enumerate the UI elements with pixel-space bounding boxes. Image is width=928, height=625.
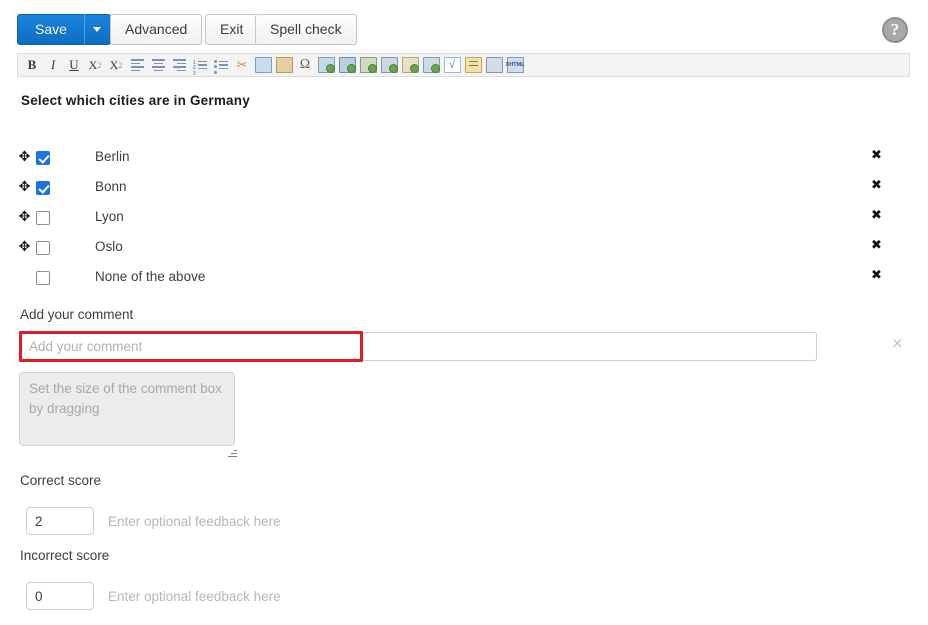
- sqrt-glyph: √: [445, 58, 460, 72]
- answer-label: Oslo: [95, 237, 123, 257]
- html-label: XHTML: [508, 58, 523, 72]
- drag-handle-move-icon[interactable]: ✥: [18, 151, 31, 164]
- answer-row-none-of-the-above: None of the above ✖: [0, 267, 928, 297]
- comment-section-label: Add your comment: [20, 307, 133, 322]
- comment-size-textarea[interactable]: [19, 372, 235, 446]
- answer-options-list: ✥ Berlin ✖ ✥ Bonn ✖ ✥ Lyon ✖ ✥ Oslo ✖ No…: [0, 147, 928, 297]
- numbered-list-icon[interactable]: 123: [190, 55, 210, 75]
- caret-down-icon: [93, 27, 101, 32]
- drag-handle-move-icon[interactable]: ✥: [18, 211, 31, 224]
- delete-answer-x-icon[interactable]: ✖: [871, 268, 882, 283]
- save-button-group: Save: [17, 14, 111, 45]
- superscript-digit: 2: [118, 61, 122, 70]
- delete-answer-x-icon[interactable]: ✖: [871, 208, 882, 223]
- incorrect-score-input[interactable]: [26, 582, 94, 610]
- top-action-bar: Save Advanced Exit Spell check ?: [0, 0, 928, 48]
- answer-row: ✥ Bonn ✖: [0, 177, 928, 207]
- correct-feedback-input[interactable]: [108, 507, 408, 535]
- answer-label: Lyon: [95, 207, 124, 227]
- help-icon[interactable]: ?: [882, 17, 908, 43]
- answer-label: Bonn: [95, 177, 127, 197]
- cut-icon[interactable]: ✂: [232, 55, 252, 75]
- answer-label: Berlin: [95, 147, 130, 167]
- underline-icon[interactable]: U: [64, 55, 84, 75]
- correct-score-input[interactable]: [26, 507, 94, 535]
- comment-input[interactable]: [20, 332, 817, 361]
- save-dropdown-button[interactable]: [84, 14, 111, 45]
- special-character-icon[interactable]: Ω: [295, 55, 315, 75]
- insert-formula-icon[interactable]: [463, 55, 483, 75]
- drag-handle-move-icon[interactable]: ✥: [18, 241, 31, 254]
- paste-icon[interactable]: [274, 55, 294, 75]
- answer-row: ✥ Lyon ✖: [0, 207, 928, 237]
- subscript-digit: 2: [97, 61, 101, 70]
- record-audio-icon[interactable]: [400, 55, 420, 75]
- answer-checkbox[interactable]: [36, 211, 50, 225]
- delete-answer-x-icon[interactable]: ✖: [871, 178, 882, 193]
- bold-icon[interactable]: B: [22, 55, 42, 75]
- insert-link-icon[interactable]: [316, 55, 336, 75]
- incorrect-feedback-input[interactable]: [108, 582, 408, 610]
- edit-html-icon[interactable]: XHTML: [505, 55, 525, 75]
- advanced-button[interactable]: Advanced: [110, 14, 202, 45]
- answer-checkbox[interactable]: [36, 241, 50, 255]
- spell-check-button[interactable]: Spell check: [255, 14, 357, 45]
- answer-row: ✥ Oslo ✖: [0, 237, 928, 267]
- bulleted-list-icon[interactable]: [211, 55, 231, 75]
- correct-score-label: Correct score: [20, 473, 101, 488]
- rich-text-editor-toolbar: B I U X2 X2 123 ✂ Ω √ XHTML: [17, 53, 910, 77]
- delete-answer-x-icon[interactable]: ✖: [871, 238, 882, 253]
- insert-audio-icon[interactable]: [379, 55, 399, 75]
- exit-button[interactable]: Exit: [205, 14, 258, 45]
- delete-answer-x-icon[interactable]: ✖: [871, 148, 882, 163]
- subscript-icon[interactable]: X2: [85, 55, 105, 75]
- superscript-icon[interactable]: X2: [106, 55, 126, 75]
- remove-comment-x-icon[interactable]: ×: [891, 334, 904, 352]
- answer-row: ✥ Berlin ✖: [0, 147, 928, 177]
- insert-equation-icon[interactable]: √: [442, 55, 462, 75]
- align-right-icon[interactable]: [169, 55, 189, 75]
- drag-handle-move-icon[interactable]: ✥: [18, 181, 31, 194]
- incorrect-score-label: Incorrect score: [20, 548, 109, 563]
- save-button[interactable]: Save: [17, 14, 84, 45]
- italic-icon[interactable]: I: [43, 55, 63, 75]
- answer-checkbox[interactable]: [36, 151, 50, 165]
- insert-embed-icon[interactable]: [421, 55, 441, 75]
- resize-grip-icon[interactable]: [228, 448, 237, 457]
- insert-table-icon[interactable]: [484, 55, 504, 75]
- insert-image-icon[interactable]: [337, 55, 357, 75]
- answer-checkbox[interactable]: [36, 271, 50, 285]
- align-left-icon[interactable]: [127, 55, 147, 75]
- answer-label: None of the above: [95, 267, 205, 287]
- align-center-icon[interactable]: [148, 55, 168, 75]
- copy-icon[interactable]: [253, 55, 273, 75]
- answer-checkbox[interactable]: [36, 181, 50, 195]
- insert-video-icon[interactable]: [358, 55, 378, 75]
- question-title: Select which cities are in Germany: [21, 93, 250, 108]
